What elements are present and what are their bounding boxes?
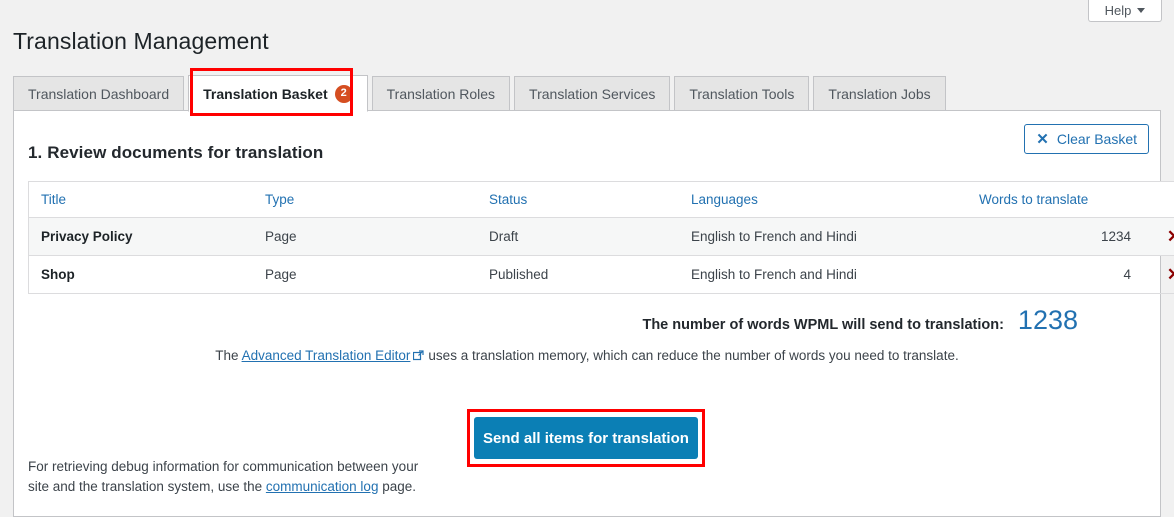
delete-row-icon[interactable]: ✕ bbox=[1167, 228, 1174, 245]
tab-bar: Translation Dashboard Translation Basket… bbox=[13, 74, 950, 112]
debug-note-text-after: page. bbox=[378, 478, 416, 494]
cell-type: Page bbox=[265, 267, 297, 282]
cell-actions: ✕ bbox=[1143, 256, 1174, 294]
clear-basket-button[interactable]: ✕ Clear Basket bbox=[1024, 124, 1149, 154]
chevron-down-icon bbox=[1137, 8, 1146, 13]
tab-translation-roles[interactable]: Translation Roles bbox=[371, 76, 511, 111]
cell-actions: ✕ bbox=[1143, 217, 1174, 256]
page-title: Translation Management bbox=[13, 28, 269, 55]
word-count-value: 1238 bbox=[1017, 305, 1078, 335]
cell-words: 4 bbox=[1123, 267, 1131, 282]
tab-badge-count: 2 bbox=[334, 84, 353, 103]
tab-label: Translation Jobs bbox=[828, 86, 931, 102]
clear-basket-label: Clear Basket bbox=[1056, 131, 1137, 147]
help-button-label: Help bbox=[1104, 3, 1132, 18]
tab-translation-basket[interactable]: Translation Basket 2 bbox=[188, 75, 368, 112]
help-button[interactable]: Help bbox=[1088, 0, 1162, 22]
column-header-languages[interactable]: Languages bbox=[679, 181, 979, 218]
advanced-translation-editor-link[interactable]: Advanced Translation Editor bbox=[242, 348, 411, 363]
ate-note-prefix: The bbox=[215, 348, 242, 363]
tab-translation-tools[interactable]: Translation Tools bbox=[674, 76, 810, 111]
word-count-summary: The number of words WPML will send to tr… bbox=[642, 307, 1078, 334]
debug-info-note: For retrieving debug information for com… bbox=[28, 457, 428, 496]
table-row: Privacy Policy Page Draft English to Fre… bbox=[28, 217, 1174, 256]
cell-status: Published bbox=[489, 267, 549, 282]
delete-row-icon[interactable]: ✕ bbox=[1167, 266, 1174, 283]
cell-languages: English to French and Hindi bbox=[679, 217, 979, 256]
tab-translation-dashboard[interactable]: Translation Dashboard bbox=[13, 76, 185, 111]
table-row: Shop Page Published English to French an… bbox=[29, 256, 1174, 294]
tab-label: Translation Roles bbox=[386, 86, 496, 102]
cell-title: Privacy Policy bbox=[28, 217, 253, 256]
tab-translation-services[interactable]: Translation Services bbox=[514, 76, 671, 111]
cell-status: Draft bbox=[477, 217, 679, 256]
cell-title: Shop bbox=[41, 267, 75, 282]
basket-table: Title Type Status Languages Words to tra… bbox=[28, 181, 1174, 294]
section-heading: 1. Review documents for translation bbox=[28, 143, 324, 162]
tab-label: Translation Tools bbox=[689, 86, 795, 102]
external-link-icon bbox=[413, 349, 425, 361]
cell-words: 1234 bbox=[979, 217, 1143, 256]
close-x-icon: ✕ bbox=[1036, 130, 1049, 148]
column-header-status[interactable]: Status bbox=[477, 181, 679, 218]
table-header-row: Title Type Status Languages Words to tra… bbox=[28, 181, 1174, 218]
column-header-words[interactable]: Words to translate bbox=[979, 181, 1143, 218]
tab-label: Translation Services bbox=[529, 86, 656, 102]
ate-note-suffix: uses a translation memory, which can red… bbox=[428, 348, 959, 363]
column-header-type[interactable]: Type bbox=[253, 181, 477, 218]
send-all-items-for-translation-button[interactable]: Send all items for translation bbox=[474, 417, 698, 459]
tab-translation-jobs[interactable]: Translation Jobs bbox=[813, 76, 946, 111]
column-header-title[interactable]: Title bbox=[28, 181, 253, 218]
cell-languages: English to French and Hindi bbox=[691, 267, 857, 282]
tab-label: Translation Dashboard bbox=[28, 86, 170, 102]
cell-type: Page bbox=[253, 217, 477, 256]
advanced-translation-editor-note: The Advanced Translation Editor uses a tr… bbox=[14, 348, 1160, 363]
communication-log-link[interactable]: communication log bbox=[266, 479, 379, 494]
tab-label: Translation Basket bbox=[203, 85, 328, 102]
word-count-label: The number of words WPML will send to tr… bbox=[642, 317, 1004, 333]
column-header-actions bbox=[1143, 181, 1174, 218]
